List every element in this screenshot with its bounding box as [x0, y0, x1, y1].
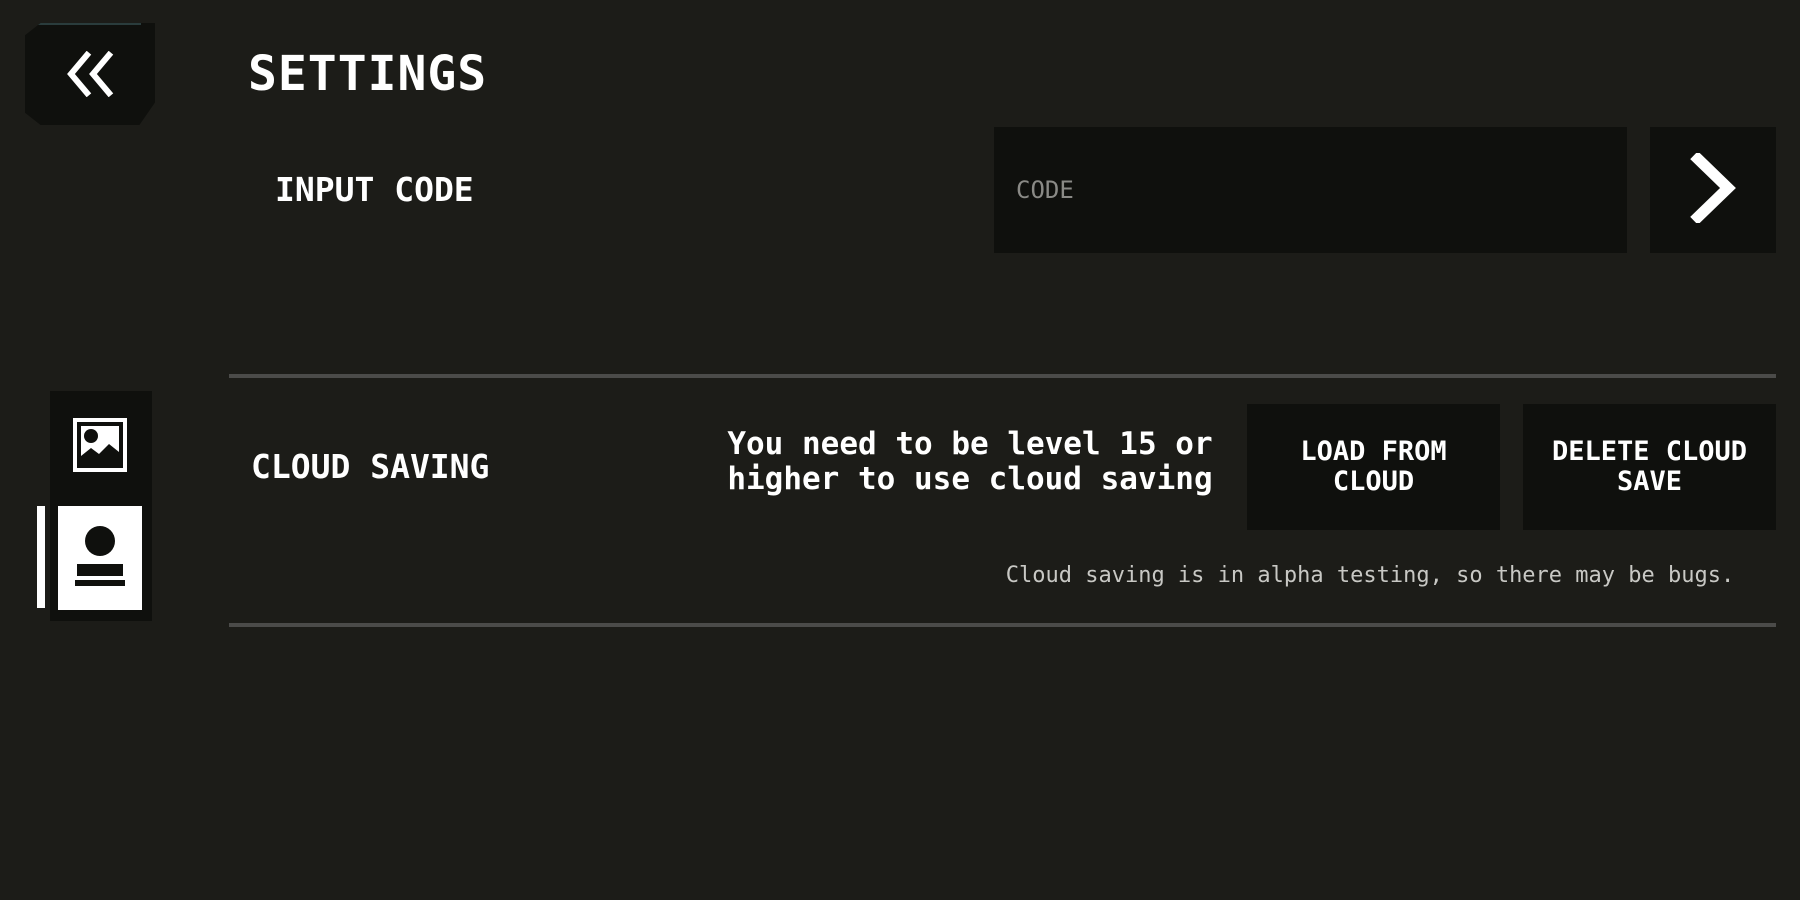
delete-cloud-save-button[interactable]: DELETE CLOUD SAVE	[1523, 404, 1776, 530]
settings-screen: SETTINGS INPUT CODE CODE CLOUD SAVING Yo…	[0, 0, 1800, 900]
load-from-cloud-button[interactable]: LOAD FROM CLOUD	[1247, 404, 1500, 530]
page-title: SETTINGS	[248, 46, 488, 102]
user-icon	[73, 524, 127, 592]
code-input[interactable]	[994, 127, 1627, 253]
double-chevron-left-icon	[65, 51, 115, 97]
tab-account[interactable]	[58, 506, 142, 610]
back-button[interactable]	[25, 23, 155, 125]
tab-graphics[interactable]	[58, 395, 142, 499]
level-requirement-message: You need to be level 15 or higher to use…	[727, 426, 1213, 497]
divider-bottom	[229, 623, 1776, 627]
input-code-label: INPUT CODE	[275, 170, 474, 209]
submit-code-button[interactable]	[1650, 127, 1776, 253]
active-tab-indicator	[37, 506, 45, 608]
divider-top	[229, 374, 1776, 378]
side-tab-bar	[50, 391, 152, 621]
alpha-testing-note: Cloud saving is in alpha testing, so the…	[1005, 563, 1735, 588]
cloud-saving-label: CLOUD SAVING	[251, 447, 490, 486]
chevron-right-icon	[1690, 151, 1736, 227]
image-icon	[71, 416, 129, 478]
